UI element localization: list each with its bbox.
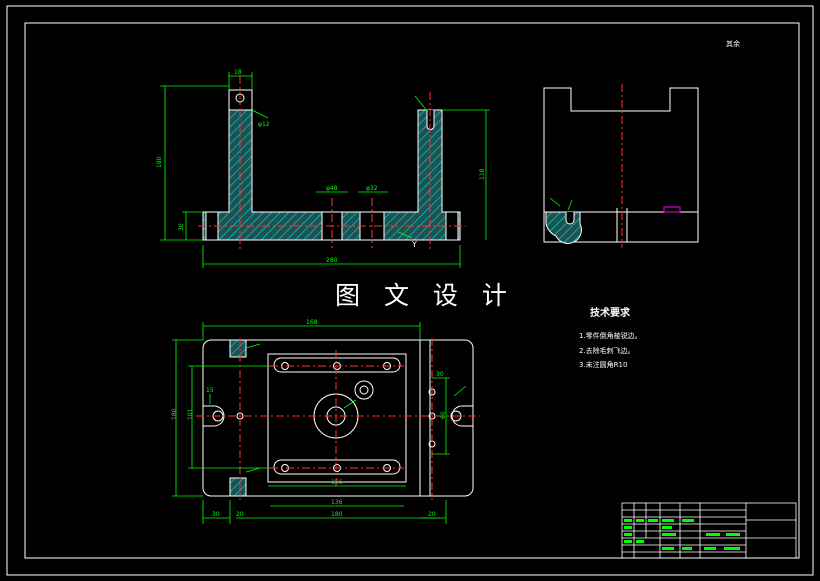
dim-plan-height-a: 180 [171,408,178,420]
dim-plan-bottom-a: 136 [331,499,343,506]
plan-view: 168 166 136 180 30 20 20 180 101 15 30 6… [171,319,480,524]
dim-slot-a: φ48 [326,185,338,192]
tech-requirement-2: 2.去除毛刺飞边。 [579,347,635,355]
dim-plan-height-b: 101 [187,408,194,420]
dim-hole: φ12 [258,121,270,128]
dim-plan-right: 20 [428,511,436,518]
dim-slot-b: φ32 [366,185,378,192]
dim-base: 30 [178,223,185,231]
dim-overall-length: 280 [326,257,338,264]
dim-plan-inner: 166 [331,479,343,486]
dim-plan-left-a: 30 [212,511,220,518]
dim-plan-side-b: 30 [436,371,444,378]
dim-height-left: 180 [156,156,163,168]
dim-plan-bottom-b: 180 [331,511,343,518]
section-y-label: Y [411,240,417,249]
dim-plan-top: 168 [306,319,318,326]
dim-top: 18 [234,69,242,76]
roughness-note: 其余 [726,40,740,48]
watermark-text: 图 文 设 计 [335,281,515,310]
front-view: 280 180 118 30 φ48 φ32 φ12 18 Y [156,69,490,268]
dim-plan-side-c: 60 [440,411,447,419]
dim-plan-left-b: 20 [236,511,244,518]
tech-requirements-title: 技术要求 [590,308,630,319]
dim-height-right: 118 [479,168,486,180]
tech-requirement-1: 1.零件倒角棱锐边。 [579,332,642,340]
tech-requirement-3: 3.未注圆角R10 [579,361,628,369]
dim-plan-side-a: 15 [206,387,214,394]
side-view [543,84,699,248]
